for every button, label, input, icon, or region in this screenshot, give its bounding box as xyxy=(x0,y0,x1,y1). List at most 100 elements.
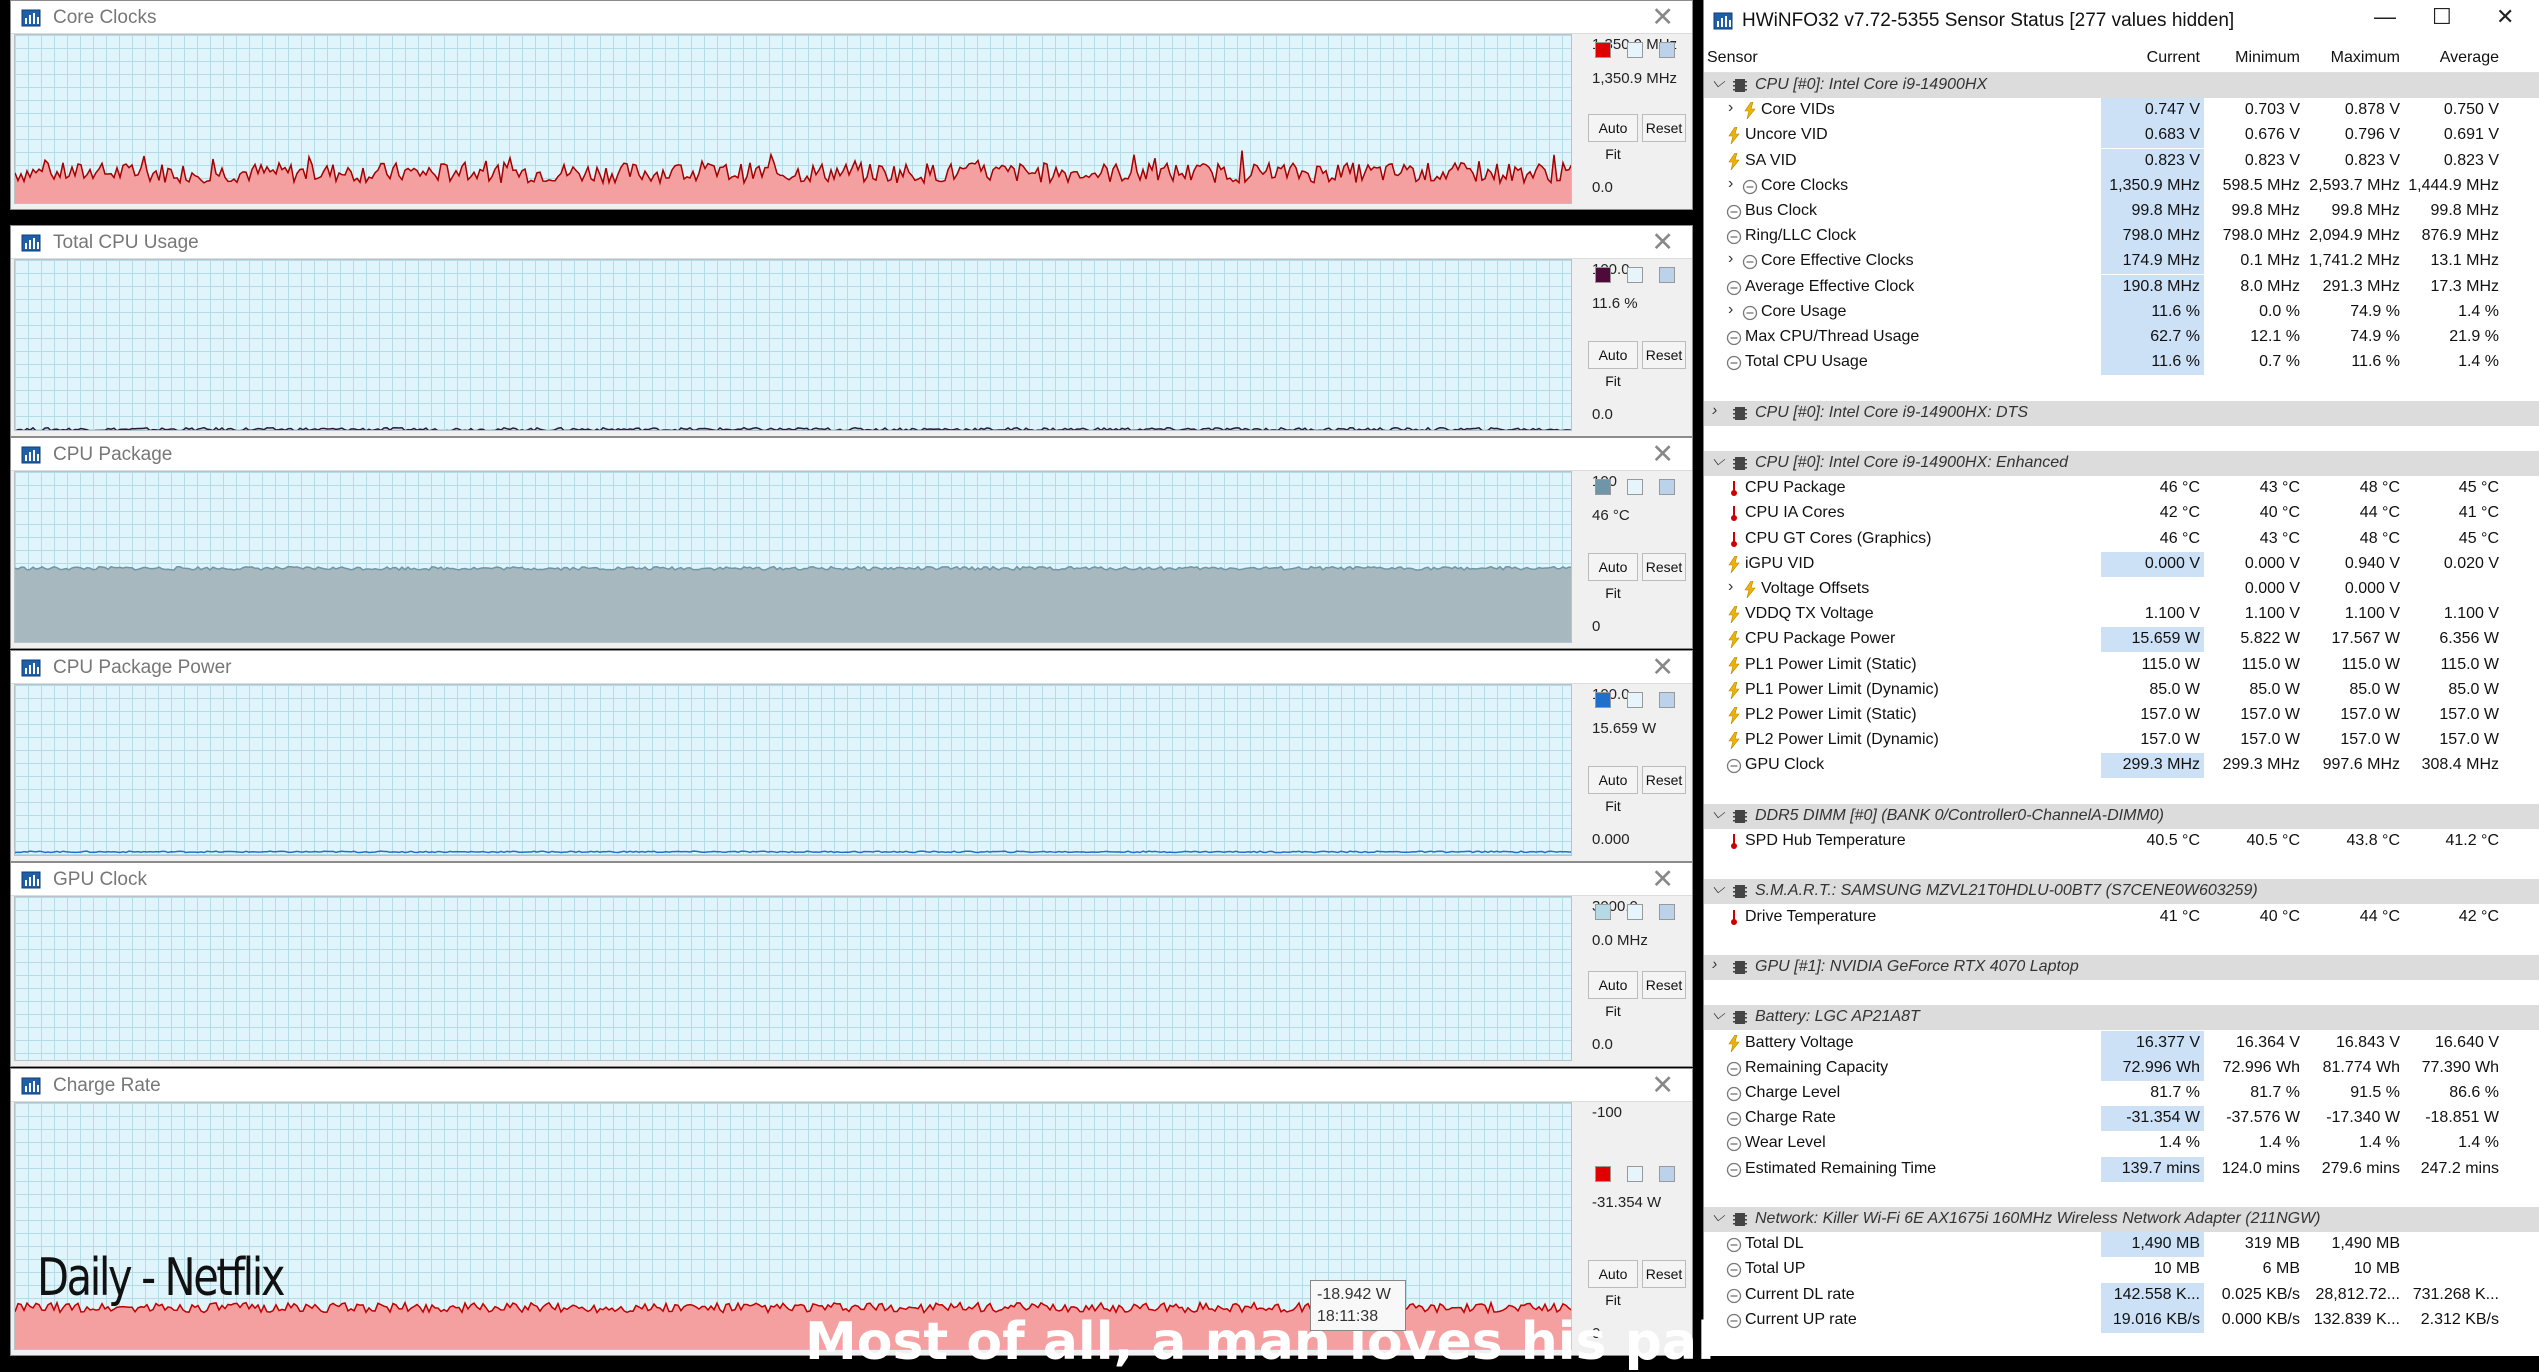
sensor-group-row[interactable]: ⌵ Battery: LGC AP21A8T xyxy=(1704,1005,2539,1030)
sensor-row-estimated-remaining-time[interactable]: Estimated Remaining Time 139.7 mins 124.… xyxy=(1704,1157,2539,1182)
sensor-row-core-effective-clocks[interactable]: › Core Effective Clocks 174.9 MHz 0.1 MH… xyxy=(1704,249,2539,274)
sensor-group-row[interactable]: › CPU [#0]: Intel Core i9-14900HX: DTS xyxy=(1704,401,2539,426)
hwinfo-titlebar[interactable]: HWiNFO32 v7.72-5355 Sensor Status [277 v… xyxy=(1704,0,2539,44)
graph-window-total-cpu-usage[interactable]: Total CPU Usage ✕ 100.0 11.6 % Auto Fit … xyxy=(10,225,1693,437)
series-color-swatch[interactable] xyxy=(1595,479,1611,495)
graph-window-cpu-package-power[interactable]: CPU Package Power ✕ 100.0 15.659 W Auto … xyxy=(10,650,1693,862)
sensor-group-row[interactable]: › GPU [#1]: NVIDIA GeForce RTX 4070 Lapt… xyxy=(1704,955,2539,980)
sensor-row-drive-temperature[interactable]: Drive Temperature 41 °C 40 °C 44 °C 42 °… xyxy=(1704,905,2539,930)
reset-button[interactable]: Reset xyxy=(1642,1260,1686,1288)
sensor-row-pl2-power-limit-dynamic[interactable]: PL2 Power Limit (Dynamic) 157.0 W 157.0 … xyxy=(1704,728,2539,753)
chevron-down-icon[interactable]: ⌵ xyxy=(1712,74,1724,92)
graph-plot[interactable] xyxy=(14,684,1572,856)
series-background-swatch[interactable] xyxy=(1627,692,1643,708)
sensor-group-row[interactable]: ⌵ DDR5 DIMM [#0] (BANK 0/Controller0-Cha… xyxy=(1704,804,2539,829)
column-average[interactable]: Average xyxy=(2404,49,2499,67)
chevron-down-icon[interactable]: ⌵ xyxy=(1712,880,1724,898)
close-icon[interactable]: ✕ xyxy=(1651,439,1674,470)
series-background-swatch[interactable] xyxy=(1627,1166,1643,1182)
sensor-row-core-usage[interactable]: › Core Usage 11.6 % 0.0 % 74.9 % 1.4 % xyxy=(1704,300,2539,325)
series-grid-swatch[interactable] xyxy=(1659,692,1675,708)
sensor-row-total-up[interactable]: Total UP 10 MB 6 MB 10 MB xyxy=(1704,1257,2539,1282)
sensor-row-cpu-package[interactable]: CPU Package 46 °C 43 °C 48 °C 45 °C xyxy=(1704,476,2539,501)
chevron-right-icon[interactable]: › xyxy=(1728,578,1733,596)
sensor-row-pl1-power-limit-dynamic[interactable]: PL1 Power Limit (Dynamic) 85.0 W 85.0 W … xyxy=(1704,678,2539,703)
column-sensor[interactable]: Sensor xyxy=(1707,49,1758,67)
graph-plot[interactable] xyxy=(14,34,1572,204)
minimize-button[interactable]: — xyxy=(2374,4,2396,30)
sensor-row-pl1-power-limit-static[interactable]: PL1 Power Limit (Static) 115.0 W 115.0 W… xyxy=(1704,653,2539,678)
sensor-row-pl2-power-limit-static[interactable]: PL2 Power Limit (Static) 157.0 W 157.0 W… xyxy=(1704,703,2539,728)
series-background-swatch[interactable] xyxy=(1627,904,1643,920)
auto-fit-button[interactable]: Auto Fit xyxy=(1588,971,1638,1019)
graph-titlebar[interactable]: CPU Package ✕ xyxy=(11,438,1692,471)
sensor-row-charge-level[interactable]: Charge Level 81.7 % 81.7 % 91.5 % 86.6 % xyxy=(1704,1081,2539,1106)
close-icon[interactable]: ✕ xyxy=(1651,1070,1674,1101)
sensor-row-current-dl-rate[interactable]: Current DL rate 142.558 K... 0.025 KB/s … xyxy=(1704,1283,2539,1308)
series-grid-swatch[interactable] xyxy=(1659,479,1675,495)
auto-fit-button[interactable]: Auto Fit xyxy=(1588,1260,1638,1308)
chevron-right-icon[interactable]: › xyxy=(1712,956,1717,974)
sensor-row-cpu-gt-cores-graphics[interactable]: CPU GT Cores (Graphics) 46 °C 43 °C 48 °… xyxy=(1704,527,2539,552)
series-color-swatch[interactable] xyxy=(1595,1166,1611,1182)
sensor-row-core-clocks[interactable]: › Core Clocks 1,350.9 MHz 598.5 MHz 2,59… xyxy=(1704,174,2539,199)
sensor-row-gpu-clock[interactable]: GPU Clock 299.3 MHz 299.3 MHz 997.6 MHz … xyxy=(1704,753,2539,778)
series-color-swatch[interactable] xyxy=(1595,267,1611,283)
column-minimum[interactable]: Minimum xyxy=(2204,49,2300,67)
maximize-button[interactable]: ☐ xyxy=(2432,4,2452,30)
reset-button[interactable]: Reset xyxy=(1642,341,1686,369)
column-current[interactable]: Current xyxy=(2101,49,2200,67)
graph-titlebar[interactable]: Core Clocks ✕ xyxy=(11,1,1692,34)
chevron-down-icon[interactable]: ⌵ xyxy=(1712,1208,1724,1226)
graph-window-cpu-package[interactable]: CPU Package ✕ 100 46 °C Auto Fit Reset 0 xyxy=(10,437,1693,649)
auto-fit-button[interactable]: Auto Fit xyxy=(1588,341,1638,389)
sensor-row-cpu-package-power[interactable]: CPU Package Power 15.659 W 5.822 W 17.56… xyxy=(1704,627,2539,652)
series-grid-swatch[interactable] xyxy=(1659,1166,1675,1182)
auto-fit-button[interactable]: Auto Fit xyxy=(1588,766,1638,814)
close-button[interactable]: ✕ xyxy=(2496,4,2514,30)
sensor-row-total-cpu-usage[interactable]: Total CPU Usage 11.6 % 0.7 % 11.6 % 1.4 … xyxy=(1704,350,2539,375)
reset-button[interactable]: Reset xyxy=(1642,553,1686,581)
close-icon[interactable]: ✕ xyxy=(1651,227,1674,258)
auto-fit-button[interactable]: Auto Fit xyxy=(1588,114,1638,162)
series-grid-swatch[interactable] xyxy=(1659,267,1675,283)
sensor-row-battery-voltage[interactable]: Battery Voltage 16.377 V 16.364 V 16.843… xyxy=(1704,1031,2539,1056)
chevron-down-icon[interactable]: ⌵ xyxy=(1712,452,1724,470)
sensor-row-vddq-tx-voltage[interactable]: VDDQ TX Voltage 1.100 V 1.100 V 1.100 V … xyxy=(1704,602,2539,627)
chevron-right-icon[interactable]: › xyxy=(1712,402,1717,420)
graph-window-core-clocks[interactable]: Core Clocks ✕ 1,350.9 MHz 1,350.9 MHz Au… xyxy=(10,0,1693,210)
sensor-row-max-cpu-thread-usage[interactable]: Max CPU/Thread Usage 62.7 % 12.1 % 74.9 … xyxy=(1704,325,2539,350)
auto-fit-button[interactable]: Auto Fit xyxy=(1588,553,1638,601)
sensor-group-row[interactable]: ⌵ CPU [#0]: Intel Core i9-14900HX xyxy=(1704,73,2539,98)
sensor-row-remaining-capacity[interactable]: Remaining Capacity 72.996 Wh 72.996 Wh 8… xyxy=(1704,1056,2539,1081)
sensor-row-current-up-rate[interactable]: Current UP rate 19.016 KB/s 0.000 KB/s 1… xyxy=(1704,1308,2539,1333)
graph-plot[interactable] xyxy=(14,896,1572,1061)
series-background-swatch[interactable] xyxy=(1627,42,1643,58)
graph-window-gpu-clock[interactable]: GPU Clock ✕ 3000.0 0.0 MHz Auto Fit Rese… xyxy=(10,862,1693,1067)
chevron-down-icon[interactable]: ⌵ xyxy=(1712,805,1724,823)
series-background-swatch[interactable] xyxy=(1627,267,1643,283)
close-icon[interactable]: ✕ xyxy=(1651,652,1674,683)
sensor-row-sa-vid[interactable]: SA VID 0.823 V 0.823 V 0.823 V 0.823 V xyxy=(1704,149,2539,174)
sensor-row-ring-llc-clock[interactable]: Ring/LLC Clock 798.0 MHz 798.0 MHz 2,094… xyxy=(1704,224,2539,249)
sensor-group-row[interactable]: ⌵ CPU [#0]: Intel Core i9-14900HX: Enhan… xyxy=(1704,451,2539,476)
sensor-row-charge-rate[interactable]: Charge Rate -31.354 W -37.576 W -17.340 … xyxy=(1704,1106,2539,1131)
chevron-right-icon[interactable]: › xyxy=(1728,250,1733,268)
sensor-row-wear-level[interactable]: Wear Level 1.4 % 1.4 % 1.4 % 1.4 % xyxy=(1704,1131,2539,1156)
sensor-row-average-effective-clock[interactable]: Average Effective Clock 190.8 MHz 8.0 MH… xyxy=(1704,275,2539,300)
sensor-row-igpu-vid[interactable]: iGPU VID 0.000 V 0.000 V 0.940 V 0.020 V xyxy=(1704,552,2539,577)
sensor-group-row[interactable]: ⌵ S.M.A.R.T.: SAMSUNG MZVL21T0HDLU-00BT7… xyxy=(1704,879,2539,904)
sensor-row-cpu-ia-cores[interactable]: CPU IA Cores 42 °C 40 °C 44 °C 41 °C xyxy=(1704,501,2539,526)
series-color-swatch[interactable] xyxy=(1595,42,1611,58)
chevron-right-icon[interactable]: › xyxy=(1728,175,1733,193)
column-maximum[interactable]: Maximum xyxy=(2304,49,2400,67)
reset-button[interactable]: Reset xyxy=(1642,971,1686,999)
graph-titlebar[interactable]: Total CPU Usage ✕ xyxy=(11,226,1692,259)
graph-plot[interactable] xyxy=(14,259,1572,431)
graph-plot[interactable] xyxy=(14,471,1572,643)
graph-titlebar[interactable]: GPU Clock ✕ xyxy=(11,863,1692,896)
series-color-swatch[interactable] xyxy=(1595,904,1611,920)
close-icon[interactable]: ✕ xyxy=(1651,864,1674,895)
chevron-right-icon[interactable]: › xyxy=(1728,99,1733,117)
chevron-down-icon[interactable]: ⌵ xyxy=(1712,1006,1724,1024)
